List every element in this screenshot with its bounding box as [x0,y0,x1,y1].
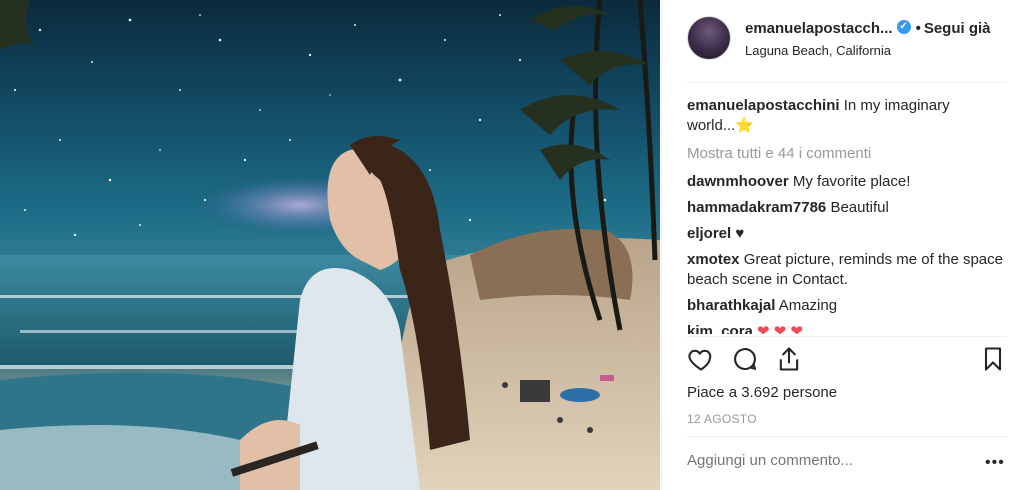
caption: emanuelapostacchini In my imaginary worl… [687,96,1007,136]
more-options-icon[interactable]: ••• [985,455,1005,471]
comment-text: My favorite place! [792,173,911,190]
post-photo[interactable] [0,0,660,490]
comment-item: eljorel ♥ [687,224,1007,244]
comment-username[interactable]: kim_cora [687,323,753,334]
comment-item: xmotex Great picture, reminds me of the … [687,250,1007,290]
username-link[interactable]: emanuelapostacch... [745,20,893,37]
divider [687,336,1007,337]
comment-text: ❤ ❤ ❤ [757,323,804,334]
follow-button[interactable]: Segui già [924,20,991,37]
avatar[interactable] [687,16,731,60]
username-row: emanuelapostacch... ✓ • Segui già [745,20,991,37]
comment-text: ♥ [735,225,745,242]
comment-item: hammadakram7786 Beautiful [687,198,1007,218]
share-icon[interactable] [775,345,803,373]
comment-item: dawnmhoover My favorite place! [687,172,1007,192]
divider [687,82,1007,83]
divider [687,436,1007,437]
comment-icon[interactable] [731,345,759,373]
comment-username[interactable]: eljorel [687,225,731,242]
comment-username[interactable]: bharathkajal [687,297,775,314]
post-date: 12 AGOSTO [687,412,757,426]
comment-username[interactable]: xmotex [687,251,740,268]
comment-username[interactable]: dawnmhoover [687,173,789,190]
comment-text: Beautiful [830,199,889,216]
show-all-comments-link[interactable]: Mostra tutti e 44 i commenti [687,144,1007,164]
comment-username[interactable]: hammadakram7786 [687,199,826,216]
comment-item: kim_cora ❤ ❤ ❤ [687,322,1007,334]
caption-username[interactable]: emanuelapostacchini [687,97,840,114]
heart-icon[interactable] [687,345,715,373]
verified-badge-icon: ✓ [896,20,911,35]
post-header: emanuelapostacch... ✓ • Segui già Laguna Be… [662,0,1024,82]
separator-dot: • [915,20,921,37]
likes-count[interactable]: Piace a 3.692 persone [687,384,837,401]
post-sidebar: emanuelapostacch... ✓ • Segui già Laguna Be… [661,0,1024,490]
bookmark-icon[interactable] [979,345,1007,373]
comment-item: bharathkajal Amazing [687,296,1007,316]
action-bar [687,345,1007,375]
add-comment-input[interactable] [687,452,947,469]
photo-artwork [0,0,660,490]
comment-text: Amazing [778,297,838,314]
comments-list[interactable]: emanuelapostacchini In my imaginary worl… [687,96,1007,334]
location-link[interactable]: Laguna Beach, California [745,43,891,58]
